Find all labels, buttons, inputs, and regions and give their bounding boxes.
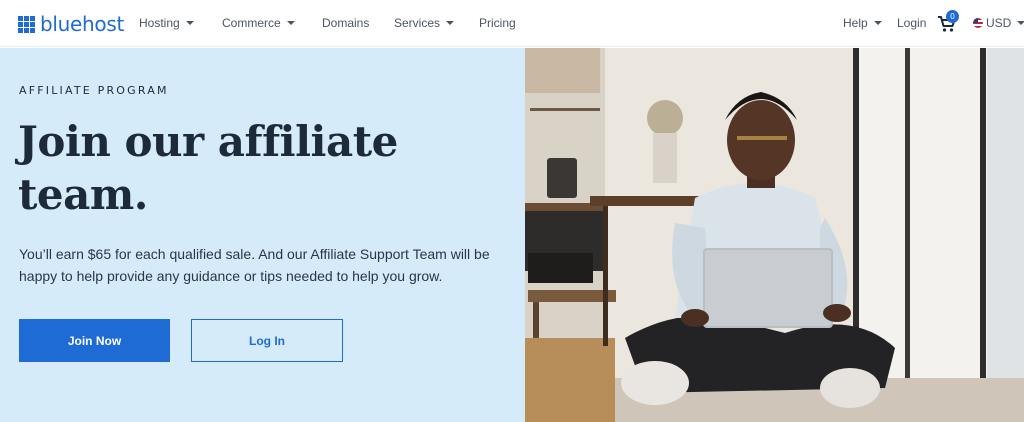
top-nav: bluehost Hosting Commerce Domains Servic… — [0, 0, 1024, 47]
man-with-laptop-illustration — [525, 48, 1024, 422]
logo-text: bluehost — [40, 12, 125, 36]
headline-line-2: team. — [18, 170, 148, 219]
nav-item-pricing[interactable]: Pricing — [479, 16, 516, 30]
nav-item-label: Services — [394, 16, 441, 30]
nav-item-domains[interactable]: Domains — [322, 16, 369, 30]
chevron-down-icon — [446, 21, 455, 25]
chevron-down-icon — [873, 21, 882, 25]
grid-logo-icon — [18, 15, 35, 33]
nav-item-help[interactable]: Help — [843, 16, 882, 30]
log-in-button[interactable]: Log In — [191, 319, 343, 362]
nav-item-label: Hosting — [139, 16, 180, 30]
currency-label: USD — [986, 16, 1012, 30]
bluehost-logo[interactable]: bluehost — [18, 12, 124, 36]
nav-item-commerce[interactable]: Commerce — [222, 16, 295, 30]
login-link[interactable]: Login — [897, 16, 926, 30]
join-now-button[interactable]: Join Now — [19, 319, 170, 362]
us-flag-icon — [973, 18, 983, 28]
nav-item-hosting[interactable]: Hosting — [139, 16, 194, 30]
nav-item-label: Domains — [322, 16, 370, 30]
hero-panel — [0, 48, 525, 422]
nav-item-services[interactable]: Services — [394, 16, 455, 30]
hero-headline: Join our affiliate team. — [18, 115, 498, 221]
cart-count-badge: 0 — [946, 10, 959, 23]
currency-selector[interactable]: USD — [973, 16, 1024, 30]
login-label: Login — [897, 16, 927, 30]
headline-line-1: Join our affiliate — [18, 117, 398, 166]
chevron-down-icon — [185, 21, 194, 25]
hero-eyebrow: AFFILIATE PROGRAM — [19, 84, 169, 97]
nav-item-label: Commerce — [222, 16, 281, 30]
help-label: Help — [843, 16, 868, 30]
chevron-down-icon — [286, 21, 295, 25]
nav-item-label: Pricing — [479, 16, 516, 30]
hero-photo — [525, 48, 1024, 422]
hero-description: You’ll earn $65 for each qualified sale.… — [19, 246, 490, 284]
chevron-down-icon — [1017, 21, 1024, 25]
